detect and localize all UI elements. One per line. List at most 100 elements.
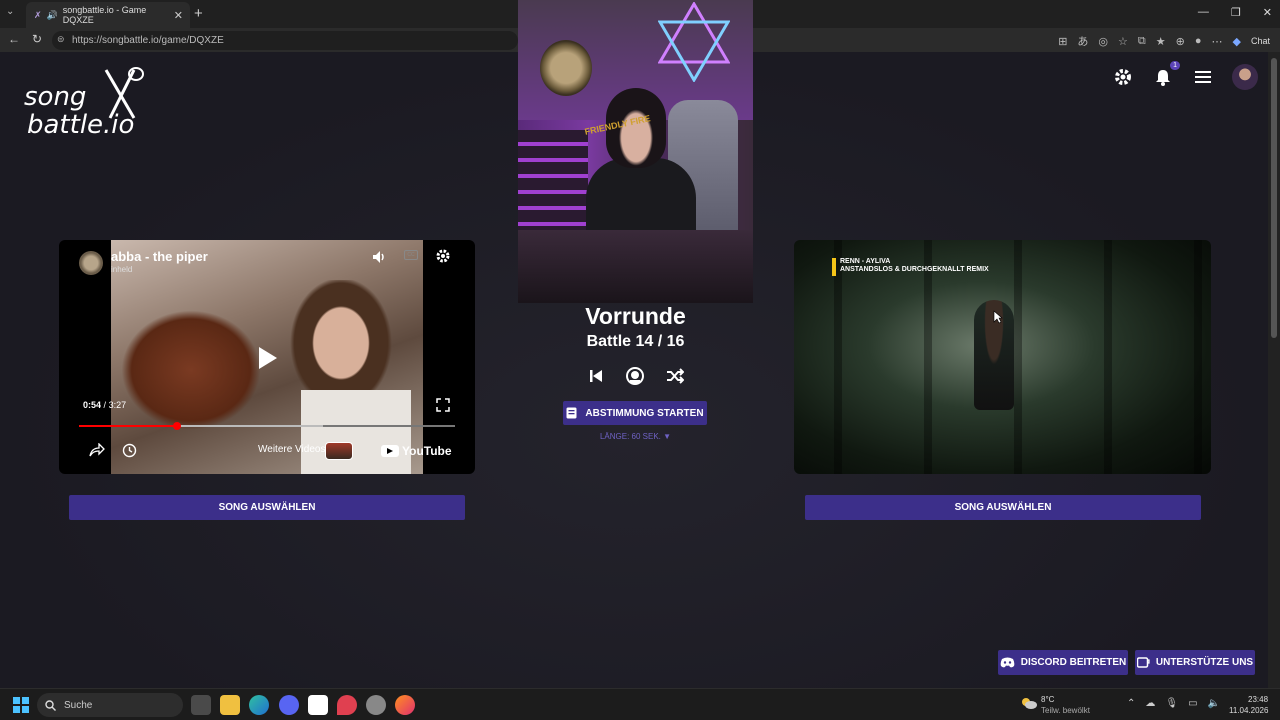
window-close-icon[interactable]: ✕ [1263,6,1272,19]
audio-playing-icon[interactable]: 🔊 [47,10,58,21]
clock-time[interactable]: 23:48 [1248,695,1268,704]
tracking-icon[interactable]: ◎ [1098,35,1108,48]
extensions-icon[interactable]: ⧉ [1138,35,1146,48]
clock-date[interactable]: 11.04.2026 [1229,706,1268,715]
round-title: Vorrunde [585,303,686,329]
microphone-icon [104,67,144,119]
time-separator: / [103,400,107,410]
onedrive-icon[interactable]: ☁ [1145,698,1155,709]
search-icon [45,699,56,711]
video-channel[interactable]: inheld [111,265,132,274]
more-videos-thumbnail[interactable] [325,442,353,460]
join-discord-button[interactable]: DISCORD BEITRETEN [998,650,1128,675]
more-icon[interactable]: ⋯ [1212,35,1223,48]
channel-avatar[interactable] [79,251,103,275]
select-right-song-button[interactable]: SONG AUSWÄHLEN [805,495,1201,520]
share-icon[interactable] [89,443,105,457]
browser-tab[interactable]: ✗ 🔊 songbattle.io - Game DQXZE ✕ [26,2,190,28]
speaker-icon[interactable]: 🔈 [1208,698,1220,709]
task-view-icon[interactable] [191,695,211,715]
youtube-logo[interactable]: YouTube [381,444,452,458]
mouse-cursor-icon [993,310,1003,324]
tab-actions-icon[interactable]: ⌄ [6,6,14,17]
right-video-artist: RENN - AYLIVA [840,258,891,265]
notion-app-icon[interactable] [308,695,328,715]
site-logo[interactable]: song battle.io [24,67,144,142]
system-tray: ⌃ ☁ 🎙 ▭ 🔈 [1127,698,1220,709]
back-icon[interactable]: ← [8,32,20,46]
scrollbar-thumb[interactable] [1271,58,1277,338]
play-icon[interactable] [257,346,279,370]
weather-icon[interactable] [1020,696,1038,710]
pin-app-icon[interactable] [337,695,357,715]
obs-app-icon[interactable] [366,695,386,715]
hexagram-light-icon [658,2,730,82]
tab-title: songbattle.io - Game DQXZE [62,5,147,25]
start-vote-label: ABSTIMMUNG STARTEN [585,407,704,419]
left-video-player[interactable]: abba - the piper inheld CC 0:54 / 3:27 W… [59,240,475,474]
settings-gear-icon[interactable] [1112,66,1134,88]
microphone-tray-icon[interactable]: 🎙 [1165,698,1178,709]
coin-flip-icon[interactable] [625,366,645,386]
right-video-title: ANSTANDSLOS & DURCHGEKNALLT REMIX [840,266,989,273]
youtube-wordmark: YouTube [402,444,452,458]
restore-icon[interactable]: ❐ [1231,6,1241,19]
battle-counter: Battle 14 / 16 [586,333,685,350]
captions-icon[interactable]: CC [404,250,418,260]
site-favicon-icon: ✗ [34,9,42,20]
chat-label[interactable]: Chat [1251,36,1270,46]
discord-app-icon[interactable] [279,695,299,715]
minimize-icon[interactable]: — [1198,6,1209,19]
more-videos-label[interactable]: Weitere Videos [258,444,325,455]
shuffle-icon[interactable] [666,368,684,384]
hamburger-menu-icon[interactable] [1192,66,1214,88]
user-avatar[interactable] [1232,64,1258,90]
notification-bell-icon[interactable]: 1 [1152,61,1180,88]
chevron-up-icon[interactable]: ⌃ [1127,698,1135,709]
profile-icon[interactable]: ● [1195,35,1202,47]
favorites-icon[interactable]: ★ [1156,35,1166,48]
tab-close-icon[interactable]: ✕ [174,9,183,22]
header-actions: 1 [1112,61,1258,90]
video-progress-handle[interactable] [172,422,181,430]
file-explorer-icon[interactable] [220,695,240,715]
weather-temperature[interactable]: 8°C [1041,695,1054,704]
previous-icon[interactable] [588,368,604,384]
firefox-icon[interactable] [395,695,415,715]
webcam-overlay: FRIENDLY FIRE [518,0,753,303]
taskbar-search-placeholder: Suche [64,699,93,711]
ballot-icon [566,407,577,419]
title-accent-bar [832,258,836,276]
video-time: 0:54 / 3:27 [83,400,126,410]
video-title[interactable]: abba - the piper [111,249,208,264]
volume-icon[interactable] [371,249,387,265]
site-info-icon[interactable]: ⊜ [57,34,65,45]
copilot-icon[interactable]: ◆ [1233,35,1241,48]
youtube-play-icon [381,445,399,457]
support-us-button[interactable]: UNTERSTÜTZE UNS [1135,650,1255,675]
battle-controls [588,366,684,386]
wall-plate [540,40,592,96]
translate-icon[interactable]: あ [1077,33,1088,49]
fullscreen-icon[interactable] [436,398,450,412]
video-settings-icon[interactable] [435,248,451,264]
right-video-player[interactable]: RENN - AYLIVA ANSTANDSLOS & DURCHGEKNALL… [794,240,1211,474]
start-windows-icon[interactable] [13,697,29,713]
watch-later-icon[interactable] [122,443,137,458]
video-progress-bar[interactable] [79,422,455,430]
url-field[interactable]: https://songbattle.io/game/DQXZE [52,31,518,50]
collections-icon[interactable]: ⊕ [1176,35,1185,48]
taskbar-search[interactable]: Suche [37,693,183,717]
edge-browser-icon[interactable] [249,695,269,715]
network-icon[interactable]: ▭ [1188,698,1197,709]
app-available-icon[interactable]: ⊞ [1058,35,1067,48]
new-tab-icon[interactable]: + [194,5,203,22]
reload-icon[interactable]: ↻ [32,32,42,46]
weather-description[interactable]: Teilw. bewölkt [1041,706,1090,715]
favorite-icon[interactable]: ☆ [1118,35,1128,48]
windows-taskbar: Suche 8°C Teilw. bewölkt ⌃ ☁ 🎙 ▭ 🔈 23:48… [0,688,1280,720]
start-vote-button[interactable]: ABSTIMMUNG STARTEN [563,401,707,425]
length-dropdown[interactable]: LÄNGE: 60 SEK. ▼ [518,432,753,441]
coffee-cup-icon [1136,657,1150,668]
select-left-song-button[interactable]: SONG AUSWÄHLEN [69,495,465,520]
